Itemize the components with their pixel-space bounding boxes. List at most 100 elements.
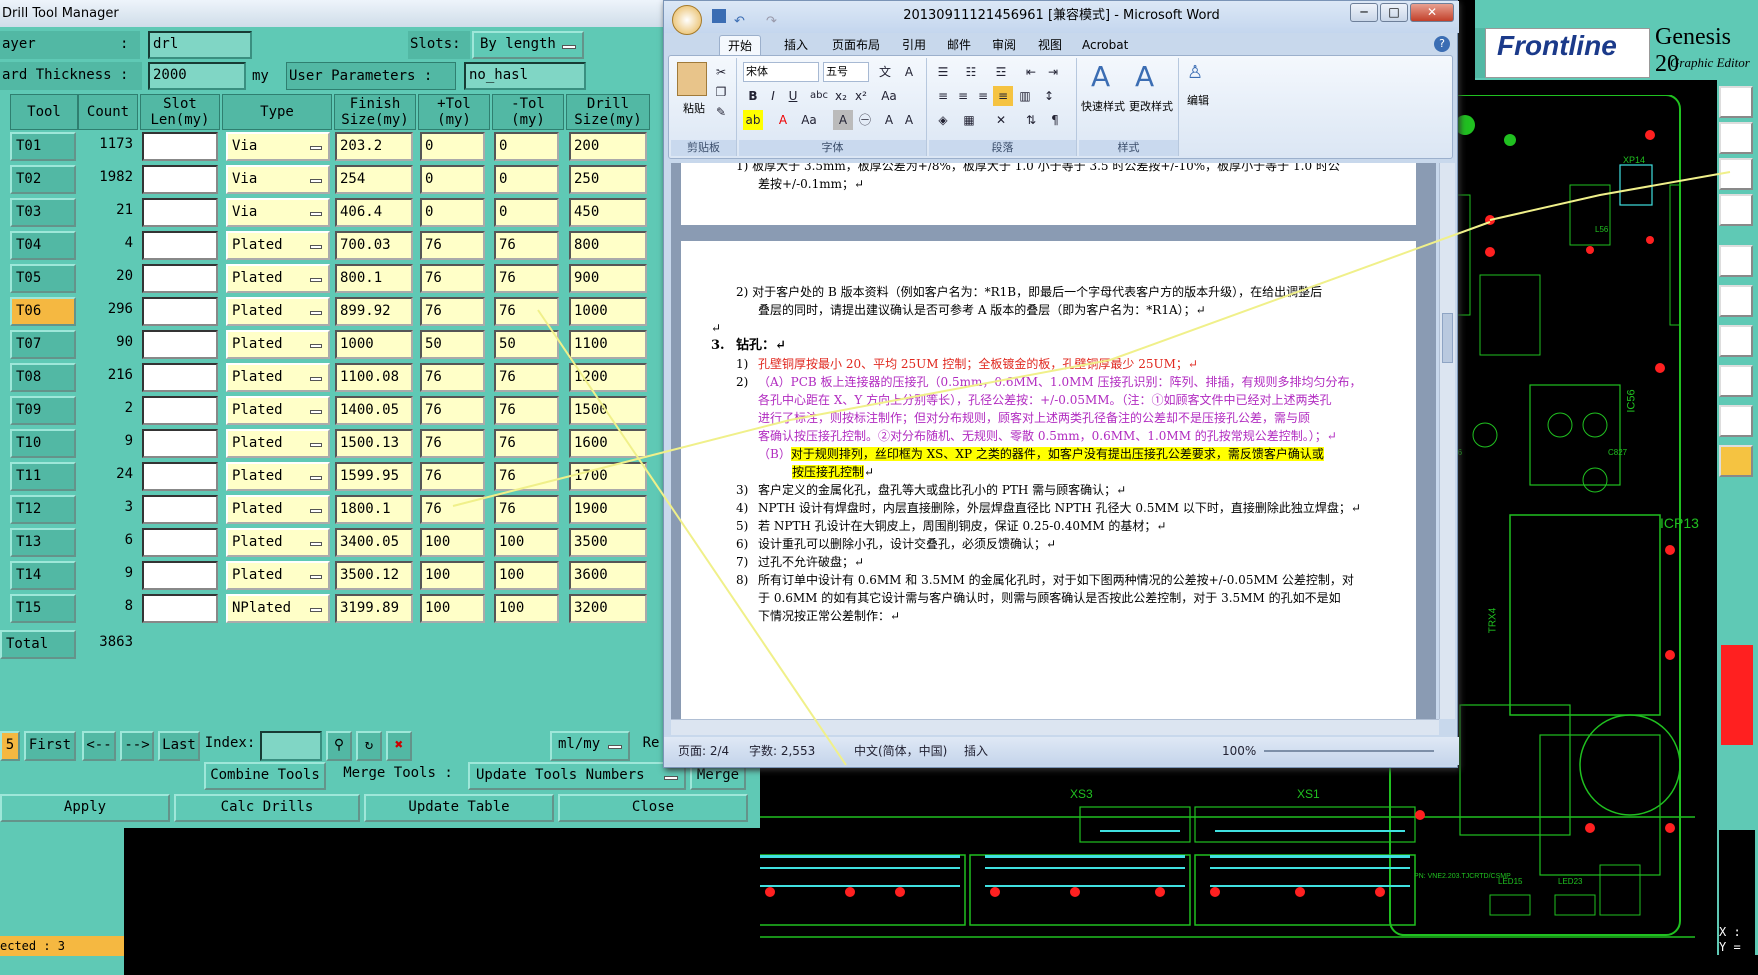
close-window-button[interactable]: ✕	[1410, 3, 1454, 22]
board-thickness-field[interactable]: 2000	[148, 62, 246, 90]
minus-tol-field[interactable]: 76	[494, 231, 559, 260]
minus-tol-field[interactable]: 0	[494, 132, 559, 161]
minus-tol-field[interactable]: 76	[494, 462, 559, 491]
tab-acrobat[interactable]: Acrobat	[1074, 35, 1136, 55]
minus-tol-field[interactable]: 100	[494, 561, 559, 590]
toolbar-icon-3[interactable]	[1719, 158, 1753, 190]
type-option-button[interactable]: Plated	[226, 231, 330, 260]
shrink-font-icon[interactable]: A	[899, 110, 919, 130]
drill-size-field[interactable]: 800	[569, 231, 647, 260]
finish-size-field[interactable]: 254	[335, 165, 413, 194]
type-option-button[interactable]: Plated	[226, 528, 330, 557]
drill-size-field[interactable]: 250	[569, 165, 647, 194]
toolbar-icon-5[interactable]	[1719, 245, 1753, 277]
index-field[interactable]	[260, 731, 322, 761]
apply-button[interactable]: Apply	[0, 794, 170, 822]
font-color-icon[interactable]: A	[773, 110, 793, 130]
numbering-icon[interactable]: ☷	[961, 62, 981, 82]
drill-size-field[interactable]: 1600	[569, 429, 647, 458]
tool-button[interactable]: T02	[10, 165, 76, 194]
type-option-button[interactable]: NPlated	[226, 594, 330, 623]
zoom-slider[interactable]	[1264, 750, 1434, 752]
sort-icon[interactable]: ⇅	[1021, 110, 1041, 130]
edit-label[interactable]: 编辑	[1187, 92, 1209, 108]
type-option-button[interactable]: Plated	[226, 561, 330, 590]
align-left-icon[interactable]: ≡	[933, 86, 953, 106]
type-option-button[interactable]: Plated	[226, 297, 330, 326]
show-marks-icon[interactable]: ¶	[1045, 110, 1065, 130]
plus-tol-field[interactable]: 76	[420, 264, 485, 293]
change-styles-icon[interactable]: A	[1135, 60, 1154, 93]
finish-size-field[interactable]: 1400.05	[335, 396, 413, 425]
type-option-button[interactable]: Plated	[226, 396, 330, 425]
slot-len-field[interactable]	[142, 363, 218, 392]
tool-button[interactable]: T06	[10, 297, 76, 326]
calc-drills-button[interactable]: Calc Drills	[174, 794, 360, 822]
subscript-icon[interactable]: x₂	[831, 86, 851, 106]
align-right-icon[interactable]: ≡	[973, 86, 993, 106]
tool-button[interactable]: T07	[10, 330, 76, 359]
drill-size-field[interactable]: 3200	[569, 594, 647, 623]
drill-size-field[interactable]: 1200	[569, 363, 647, 392]
drill-size-field[interactable]: 1100	[569, 330, 647, 359]
slot-len-field[interactable]	[142, 330, 218, 359]
minus-tol-field[interactable]: 76	[494, 429, 559, 458]
finish-size-field[interactable]: 800.1	[335, 264, 413, 293]
clear-format-icon[interactable]: Aa	[879, 86, 899, 106]
minus-tol-field[interactable]: 50	[494, 330, 559, 359]
toolbar-icon-9[interactable]	[1719, 405, 1753, 437]
save-icon[interactable]	[712, 9, 726, 23]
minus-tol-field[interactable]: 100	[494, 594, 559, 623]
finish-size-field[interactable]: 3500.12	[335, 561, 413, 590]
slot-len-field[interactable]	[142, 165, 218, 194]
drill-size-field[interactable]: 3500	[569, 528, 647, 557]
close-button[interactable]: Close	[558, 794, 748, 822]
toolbar-icon-7[interactable]	[1719, 325, 1753, 357]
plus-tol-field[interactable]: 76	[420, 231, 485, 260]
layer-field[interactable]: drl	[148, 31, 252, 59]
finish-size-field[interactable]: 203.2	[335, 132, 413, 161]
tab-mailings[interactable]: 邮件	[939, 35, 979, 55]
finish-size-field[interactable]: 3199.89	[335, 594, 413, 623]
drill-size-field[interactable]: 1000	[569, 297, 647, 326]
copy-icon[interactable]: ❐	[711, 82, 731, 102]
chinese-layout-icon[interactable]: ✕	[991, 110, 1011, 130]
type-option-button[interactable]: Plated	[226, 264, 330, 293]
slot-len-field[interactable]	[142, 495, 218, 524]
finish-size-field[interactable]: 1500.13	[335, 429, 413, 458]
clear-icon[interactable]: ✖	[386, 731, 412, 761]
office-button-icon[interactable]	[672, 5, 702, 35]
status-words[interactable]: 字数: 2,553	[749, 737, 815, 765]
finish-size-field[interactable]: 406.4	[335, 198, 413, 227]
minus-tol-field[interactable]: 76	[494, 297, 559, 326]
type-option-button[interactable]: Via	[226, 165, 330, 194]
distributed-icon[interactable]: ▥	[1015, 86, 1035, 106]
minimize-button[interactable]: ─	[1350, 3, 1378, 22]
plus-tol-field[interactable]: 76	[420, 363, 485, 392]
type-option-button[interactable]: Plated	[226, 462, 330, 491]
char-border-icon[interactable]: A	[899, 62, 919, 82]
drill-size-field[interactable]: 3600	[569, 561, 647, 590]
plus-tol-field[interactable]: 0	[420, 132, 485, 161]
bold-icon[interactable]: B	[743, 86, 763, 106]
tab-insert[interactable]: 插入	[776, 35, 816, 55]
tool-button[interactable]: T09	[10, 396, 76, 425]
plus-tol-field[interactable]: 100	[420, 528, 485, 557]
units-option-button[interactable]: ml/my	[550, 731, 630, 761]
shading-icon[interactable]: A	[833, 110, 853, 130]
type-option-button[interactable]: Plated	[226, 429, 330, 458]
finish-size-field[interactable]: 1599.95	[335, 462, 413, 491]
quick-styles-icon[interactable]: A	[1091, 60, 1110, 93]
minus-tol-field[interactable]: 0	[494, 198, 559, 227]
finish-size-field[interactable]: 1000	[335, 330, 413, 359]
tool-button[interactable]: T05	[10, 264, 76, 293]
slot-len-field[interactable]	[142, 231, 218, 260]
strikethrough-icon[interactable]: abc	[809, 86, 829, 106]
vertical-scrollbar[interactable]	[1439, 163, 1455, 719]
shading-para-icon[interactable]: ◈	[933, 110, 953, 130]
minus-tol-field[interactable]: 100	[494, 528, 559, 557]
tab-page-layout[interactable]: 页面布局	[824, 35, 888, 55]
plus-tol-field[interactable]: 100	[420, 561, 485, 590]
drill-size-field[interactable]: 450	[569, 198, 647, 227]
status-page[interactable]: 页面: 2/4	[678, 737, 729, 765]
